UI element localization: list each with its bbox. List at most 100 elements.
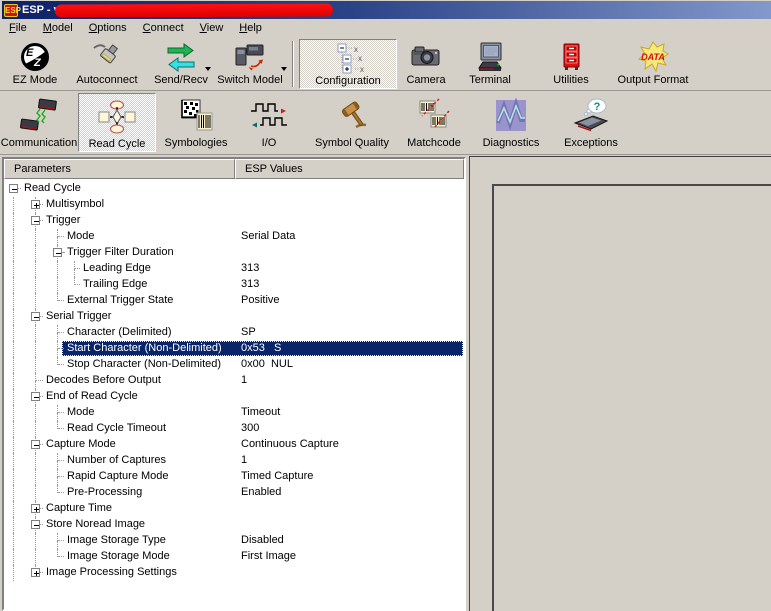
tree-connector (75, 268, 80, 269)
camera-button[interactable]: Camera (397, 39, 455, 89)
tree-row-stop-character-non-delimited[interactable]: Stop Character (Non-Delimited) 0x00 NUL (4, 357, 464, 373)
tree-row-trailing-edge[interactable]: Trailing Edge 313 (4, 277, 464, 293)
symbol-quality-button[interactable]: Symbol Quality (302, 93, 402, 152)
column-header-esp-values[interactable]: ESP Values (235, 159, 464, 179)
autoconnect-label: Autoconnect (76, 74, 138, 86)
collapse-icon[interactable] (31, 216, 40, 225)
tree-guide-line (13, 565, 14, 581)
esp-value: Timeout (241, 406, 281, 418)
camera-icon (410, 40, 442, 74)
tree-row-multisymbol[interactable]: Multisymbol (4, 197, 464, 213)
tree-guide-line (13, 405, 14, 421)
tree-row-image-storage-type[interactable]: Image Storage Type Disabled (4, 533, 464, 549)
expand-icon[interactable] (31, 568, 40, 577)
communication-button[interactable]: Communication (0, 93, 78, 152)
ez-mode-label: EZ Mode (12, 74, 58, 86)
esp-value: SP (241, 326, 256, 338)
diagnostics-button[interactable]: Diagnostics (466, 93, 556, 152)
autoconnect-button[interactable]: Autoconnect (64, 39, 150, 89)
tree-guide-line (13, 261, 14, 277)
dropdown-arrow-icon[interactable] (205, 67, 211, 74)
tree-guide-line (57, 333, 58, 341)
esp-value: Serial Data (241, 230, 296, 242)
tree-row-start-character-non-delimited[interactable]: Start Character (Non-Delimited) 0x53 S (4, 341, 464, 357)
tree-row-capture-time[interactable]: Capture Time (4, 501, 464, 517)
output-format-button[interactable]: DATA Output Format (609, 39, 697, 89)
tree-row-rapid-capture-mode[interactable]: Rapid Capture Mode Timed Capture (4, 469, 464, 485)
esp-value: 1 (241, 374, 248, 386)
tree-row-mode[interactable]: Mode Serial Data (4, 229, 464, 245)
terminal-button[interactable]: Terminal (455, 39, 525, 89)
parameter-label: Mode (67, 230, 95, 242)
camera-label: Camera (406, 74, 446, 86)
menu-item-view[interactable]: View (192, 20, 232, 36)
autoconnect-icon (91, 40, 123, 74)
tree-row-capture-mode[interactable]: Capture Mode Continuous Capture (4, 437, 464, 453)
diagnostics-label: Diagnostics (482, 137, 540, 149)
expand-icon[interactable] (31, 504, 40, 513)
tree-guide-line (13, 549, 14, 565)
tree-connector (58, 236, 64, 237)
tree-guide-line (13, 293, 14, 309)
symbologies-icon (176, 95, 216, 137)
collapse-icon[interactable] (9, 184, 18, 193)
switch-model-button[interactable]: Switch Model (212, 39, 288, 89)
parameter-label: Image Processing Settings (46, 566, 177, 578)
dropdown-arrow-icon[interactable] (281, 67, 287, 74)
tree-row-trigger-filter-duration[interactable]: Trigger Filter Duration (4, 245, 464, 261)
column-header-parameters[interactable]: Parameters (4, 159, 235, 179)
diagnostics-icon (491, 95, 531, 137)
exceptions-button[interactable]: ? Exceptions (556, 93, 626, 152)
tree-row-trigger[interactable]: Trigger (4, 213, 464, 229)
toolbar-separator (292, 41, 294, 87)
tree-row-leading-edge[interactable]: Leading Edge 313 (4, 261, 464, 277)
i-o-button[interactable]: I/O (236, 93, 302, 152)
symbologies-button[interactable]: Symbologies (156, 93, 236, 152)
tree-guide-line (57, 477, 58, 485)
collapse-icon[interactable] (53, 248, 62, 257)
collapse-icon[interactable] (31, 392, 40, 401)
configuration-button[interactable]: x x x Configuration (299, 39, 397, 89)
collapse-icon[interactable] (31, 312, 40, 321)
output-format-label: Output Format (617, 74, 689, 86)
i-o-label: I/O (261, 137, 277, 149)
tree-row-pre-processing[interactable]: Pre-Processing Enabled (4, 485, 464, 501)
tree-connector (62, 252, 64, 253)
tree-row-number-of-captures[interactable]: Number of Captures 1 (4, 453, 464, 469)
tree-row-end-of-read-cycle[interactable]: End of Read Cycle (4, 389, 464, 405)
tree-connector (40, 396, 43, 397)
menu-item-model[interactable]: Model (35, 20, 81, 36)
tree-row-image-processing-settings[interactable]: Image Processing Settings (4, 565, 464, 581)
send-recv-button[interactable]: Send/Recv (150, 39, 212, 89)
parameters-panel: Parameters ESP Values Read Cycle Multisym… (2, 157, 466, 611)
utilities-button[interactable]: Utilities (533, 39, 609, 89)
read-cycle-button[interactable]: Read Cycle (78, 93, 156, 152)
title-bar[interactable]: ESP ESP - v (2, 1, 771, 19)
tree-row-serial-trigger[interactable]: Serial Trigger (4, 309, 464, 325)
tree-guide-line (57, 237, 58, 245)
collapse-icon[interactable] (31, 440, 40, 449)
tree-row-mode[interactable]: Mode Timeout (4, 405, 464, 421)
parameter-label: End of Read Cycle (46, 390, 138, 402)
tree-row-decodes-before-output[interactable]: Decodes Before Output 1 (4, 373, 464, 389)
tree-row-store-noread-image[interactable]: Store Noread Image (4, 517, 464, 533)
tree-row-read-cycle[interactable]: Read Cycle (4, 181, 464, 197)
menu-item-file[interactable]: File (1, 20, 35, 36)
collapse-icon[interactable] (31, 520, 40, 529)
tree-row-external-trigger-state[interactable]: External Trigger State Positive (4, 293, 464, 309)
tree-guide-line (35, 357, 36, 373)
menu-item-connect[interactable]: Connect (135, 20, 192, 36)
expand-icon[interactable] (31, 200, 40, 209)
tree-guide-line (35, 453, 36, 469)
menu-item-help[interactable]: Help (231, 20, 270, 36)
tree-connector (58, 300, 64, 301)
ez-mode-button[interactable]: E Z EZ Mode (6, 39, 64, 89)
tree-row-read-cycle-timeout[interactable]: Read Cycle Timeout 300 (4, 421, 464, 437)
tree-row-image-storage-mode[interactable]: Image Storage Mode First Image (4, 549, 464, 565)
tree-row-character-delimited[interactable]: Character (Delimited) SP (4, 325, 464, 341)
tree-guide-line (35, 485, 36, 501)
tree-guide-line (13, 421, 14, 437)
tree-guide-line (13, 533, 14, 549)
menu-item-options[interactable]: Options (81, 20, 135, 36)
matchcode-button[interactable]: Matchcode (402, 93, 466, 152)
